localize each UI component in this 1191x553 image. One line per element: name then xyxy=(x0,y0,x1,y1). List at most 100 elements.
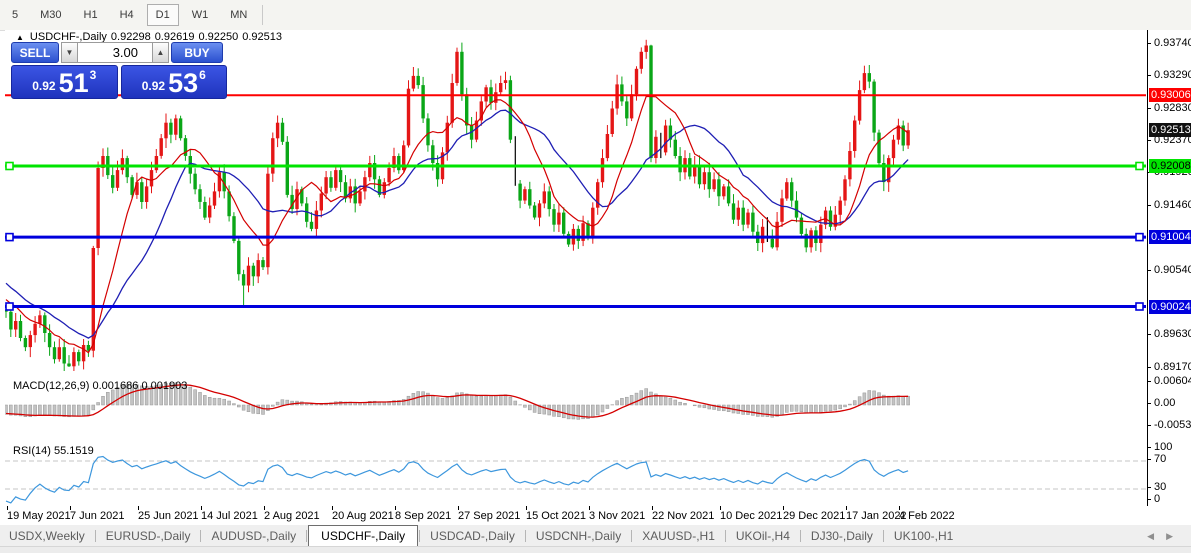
timeframe-button-w1[interactable]: W1 xyxy=(183,4,218,26)
rsi-value: 55.1519 xyxy=(53,445,94,457)
rsi-scale-tick xyxy=(1147,447,1151,448)
rsi-scale-label: 100 xyxy=(1154,441,1173,453)
timeframe-button-h4[interactable]: H4 xyxy=(111,4,143,26)
tab-separator xyxy=(724,530,726,542)
timeframe-button-mn[interactable]: MN xyxy=(221,4,256,26)
price-tick xyxy=(1147,205,1151,206)
volume-input[interactable] xyxy=(78,42,152,63)
macd-scale-label: -0.005383 xyxy=(1154,419,1191,431)
date-label: 19 May 2021 xyxy=(7,510,71,522)
date-label: 10 Dec 2021 xyxy=(720,510,783,522)
volume-increase-button[interactable]: ▲ xyxy=(152,42,169,63)
date-label: 20 Aug 2021 xyxy=(332,510,394,522)
date-label: 2 Aug 2021 xyxy=(264,510,320,522)
price-tick-label: 0.92830 xyxy=(1154,102,1191,114)
timeframe-button-m30[interactable]: M30 xyxy=(31,4,70,26)
tab-scroll-left-icon[interactable]: ◀ xyxy=(1147,531,1166,541)
trading-platform-window: 5 M30 H1 H4 D1 W1 MN ▲ USDCHF-,Daily 0.92298 0.92… xyxy=(0,0,1191,553)
price-tick xyxy=(1147,108,1151,109)
date-label: 3 Nov 2021 xyxy=(589,510,646,522)
price-badge-0.91004: 0.91004 xyxy=(1149,230,1191,244)
chart-tab-xauusd-h1[interactable]: XAUUSD-,H1 xyxy=(633,526,724,546)
chart-tab-bar: USDX,Weekly EURUSD-,Daily AUDUSD-,Daily USD… xyxy=(0,525,1191,546)
buy-button[interactable]: BUY xyxy=(171,42,223,63)
chart-tab-usdx-weekly[interactable]: USDX,Weekly xyxy=(0,526,94,546)
sell-price-box[interactable]: 0.92 51 3 xyxy=(11,65,118,99)
rsi-scale-tick xyxy=(1147,459,1151,460)
buy-price-sup: 6 xyxy=(199,68,206,82)
sell-price-small: 0.92 xyxy=(32,79,56,93)
chart-tab-ukoil-h4[interactable]: UKOil-,H4 xyxy=(727,526,799,546)
chart-tab-uk100-h1[interactable]: UK100-,H1 xyxy=(885,526,962,546)
timeframe-button-d1[interactable]: D1 xyxy=(146,4,179,26)
date-label: 27 Sep 2021 xyxy=(458,510,521,522)
macd-scale-tick xyxy=(1147,425,1151,426)
ohlc-close: 0.92513 xyxy=(242,31,282,43)
price-tick xyxy=(1147,270,1151,271)
date-label: 22 Nov 2021 xyxy=(652,510,715,522)
rsi-scale-label: 30 xyxy=(1154,481,1167,493)
date-axis[interactable]: 19 May 2021 7 Jun 2021 25 Jun 2021 14 Jul 2… xyxy=(5,506,1191,524)
price-tick-label: 0.91460 xyxy=(1154,199,1191,211)
chart-tab-eurusd-daily[interactable]: EURUSD-,Daily xyxy=(97,526,200,546)
buy-price-small: 0.92 xyxy=(141,79,166,93)
macd-value-main: 0.001686 xyxy=(92,380,139,392)
collapse-triangle-icon[interactable]: ▲ xyxy=(16,33,24,42)
price-badge-0.92008: 0.92008 xyxy=(1149,159,1191,173)
price-badge-0.92513: 0.92513 xyxy=(1149,123,1191,137)
tab-scroll-arrows: ◀▶ xyxy=(1147,531,1185,542)
tab-separator xyxy=(524,530,526,542)
buy-price-big: 53 xyxy=(168,68,199,98)
tab-scroll-right-icon[interactable]: ▶ xyxy=(1166,531,1185,541)
price-tick xyxy=(1147,140,1151,141)
price-scale[interactable]: 0.937400.932900.928300.923700.919200.914… xyxy=(1147,30,1191,506)
tab-separator xyxy=(306,530,308,542)
rsi-scale-tick xyxy=(1147,499,1151,500)
price-badge-0.90024: 0.90024 xyxy=(1149,300,1191,314)
volume-decrease-button[interactable]: ▼ xyxy=(61,42,78,63)
sell-button[interactable]: SELL xyxy=(11,42,59,63)
date-label: 14 Jul 2021 xyxy=(201,510,258,522)
price-tick-label: 0.93740 xyxy=(1154,37,1191,49)
chart-tab-usdcad-daily[interactable]: USDCAD-,Daily xyxy=(421,526,524,546)
buy-price-box[interactable]: 0.92 53 6 xyxy=(120,65,227,99)
price-tick xyxy=(1147,367,1151,368)
date-label: 17 Jan 2022 xyxy=(846,510,907,522)
toolbar-separator xyxy=(262,5,264,25)
date-label: 29 Dec 2021 xyxy=(783,510,846,522)
tab-separator xyxy=(799,530,801,542)
price-tick-label: 0.89170 xyxy=(1154,361,1191,373)
tab-separator xyxy=(631,530,633,542)
rsi-scale-label: 70 xyxy=(1154,453,1167,465)
price-tick-label: 0.90540 xyxy=(1154,264,1191,276)
date-label: 8 Sep 2021 xyxy=(395,510,452,522)
bottom-strip xyxy=(0,546,1191,553)
chart-background xyxy=(5,30,1147,506)
sell-price-big: 51 xyxy=(58,68,89,98)
rsi-label-row: RSI(14) 55.1519 xyxy=(13,445,94,457)
sell-price-sup: 3 xyxy=(89,68,97,82)
macd-value-signal: 0.001903 xyxy=(141,380,188,392)
macd-label: MACD(12,26,9) xyxy=(13,380,90,392)
macd-scale-label: 0.006045 xyxy=(1154,375,1191,387)
price-tick-label: 0.89630 xyxy=(1154,328,1191,340)
price-tick-label: 0.93290 xyxy=(1154,69,1191,81)
chart-tab-audusd-daily[interactable]: AUDUSD-,Daily xyxy=(202,526,305,546)
rsi-label: RSI(14) xyxy=(13,445,51,457)
macd-scale-label: 0.00 xyxy=(1154,397,1176,409)
tab-separator xyxy=(94,530,96,542)
chart-tab-dj30-daily[interactable]: DJ30-,Daily xyxy=(802,526,882,546)
date-label: 15 Oct 2021 xyxy=(526,510,586,522)
timeframe-button-h1[interactable]: H1 xyxy=(75,4,107,26)
chart-canvas[interactable] xyxy=(5,30,1147,506)
chart-tab-usdchf-daily[interactable]: USDCHF-,Daily xyxy=(308,525,419,546)
tab-separator xyxy=(882,530,884,542)
tab-separator xyxy=(419,530,421,542)
tab-separator xyxy=(200,530,202,542)
macd-scale-tick xyxy=(1147,381,1151,382)
chart-tab-usdcnh-daily[interactable]: USDCNH-,Daily xyxy=(527,526,630,546)
price-tick xyxy=(1147,334,1151,335)
one-click-trading-panel: SELL ▼ ▲ BUY 0.92 51 3 0.92 53 6 xyxy=(11,42,227,99)
timeframe-button-5[interactable]: 5 xyxy=(3,4,27,26)
date-label: 25 Jun 2021 xyxy=(138,510,199,522)
